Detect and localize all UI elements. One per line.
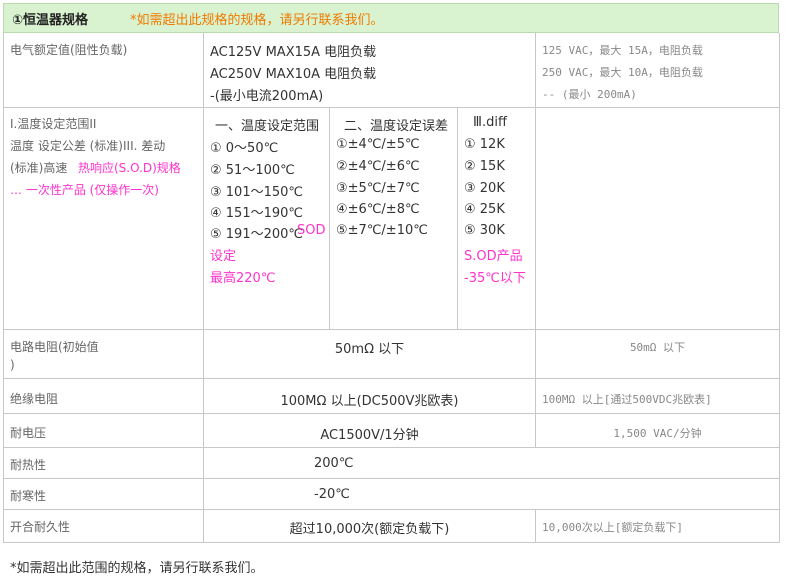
temp-col1-sod: SOD: [297, 223, 326, 238]
temp-label-one-time: … 一次性产品 (仅操作一次): [10, 183, 159, 197]
temp-col2-item-3: ③±5℃/±7℃: [336, 181, 420, 196]
voltage-label: 耐电压: [10, 426, 47, 440]
temp-col1-item-1: ① 0～50℃: [210, 141, 279, 156]
spec-title: ①恒温器规格: [12, 13, 89, 28]
heat-value: 200℃: [314, 456, 354, 471]
temp-col3-sod: S.OD产品: [464, 249, 523, 264]
temp-col1-item-2: ② 51～100℃: [210, 163, 295, 178]
circuit-label-close: ): [10, 358, 15, 372]
temp-col1-item-3: ③ 101～150℃: [210, 185, 304, 200]
insulation-label: 绝缘电阻: [10, 392, 59, 406]
circuit-en: 50mΩ 以下: [629, 341, 686, 354]
temp-label-1: I.温度设定范围II: [10, 117, 97, 131]
durability-value: 超过10,000次(额定负载下): [289, 522, 450, 537]
durability-en: 10,000次以上[额定负载下]: [542, 521, 683, 534]
temp-col3-item-2: ② 15K: [464, 159, 505, 174]
header-note: *如需超出此规格的规格，请另行联系我们。: [130, 13, 384, 28]
rating-value-1: AC125V MAX15A 电阻负载: [210, 45, 377, 60]
cold-label: 耐寒性: [10, 489, 47, 503]
temp-col2-item-2: ②±4℃/±6℃: [336, 159, 420, 174]
spec-header: ①恒温器规格 *如需超出此规格的规格，请另行联系我们。: [3, 3, 779, 33]
temp-col3-item-4: ④ 25K: [464, 202, 505, 217]
rating-en-3: -- (最小 200mA): [542, 88, 637, 101]
rating-value-3: -(最小电流200mA): [210, 89, 324, 104]
temp-col2-item-4: ④±6℃/±8℃: [336, 202, 420, 217]
rating-label: 电气额定值(阻性负载): [10, 43, 128, 57]
voltage-en: 1,500 VAC/分钟: [613, 427, 702, 440]
temp-col3-item-1: ① 12K: [464, 137, 505, 152]
insulation-value: 100MΩ 以上(DC500V兆欧表): [280, 394, 459, 409]
rating-value-2: AC250V MAX10A 电阻负载: [210, 67, 377, 82]
temp-col3-title: Ⅲ.diff: [473, 115, 507, 130]
insulation-en: 100MΩ 以上[通过500VDC兆欧表]: [542, 393, 712, 406]
temp-col1-item-5: ⑤ 191～200℃: [210, 227, 304, 242]
rating-en-2: 250 VAC，最大 10A，电阻负载: [542, 66, 703, 79]
voltage-value: AC1500V/1分钟: [320, 428, 419, 443]
circuit-label: 电路电阻(初始值: [10, 340, 99, 354]
temp-col1-item-4: ④ 151～190℃: [210, 206, 304, 221]
footer-note: *如需超出此范围的规格，请另行联系我们。: [10, 561, 264, 576]
temp-label-sod: 热响应(S.O.D)规格: [78, 161, 181, 175]
cold-value: -20℃: [314, 487, 350, 502]
temp-col3-item-5: ⑤ 30K: [464, 223, 505, 238]
temp-col2-title: 二、温度设定误差: [344, 119, 449, 134]
temp-col1-sod-max: 最高220℃: [210, 271, 276, 286]
circuit-value: 50mΩ 以下: [334, 342, 405, 357]
temp-label-2: 温度 设定公差 (标准)III. 差动: [10, 139, 166, 153]
temp-col2-item-1: ①±4℃/±5℃: [336, 137, 420, 152]
durability-label: 开合耐久性: [10, 520, 71, 534]
temp-col1-title: 一、温度设定范围: [215, 119, 320, 134]
rating-en-1: 125 VAC，最大 15A，电阻负载: [542, 44, 703, 57]
heat-label: 耐热性: [10, 458, 47, 472]
temp-label-3: (标准)高速: [10, 161, 68, 175]
temp-col1-sod-setting: 设定: [210, 249, 237, 264]
temp-col3-sod-limit: -35℃以下: [464, 271, 526, 286]
temp-col3-item-3: ③ 20K: [464, 181, 505, 196]
temp-col2-item-5: ⑤±7℃/±10℃: [336, 223, 428, 238]
